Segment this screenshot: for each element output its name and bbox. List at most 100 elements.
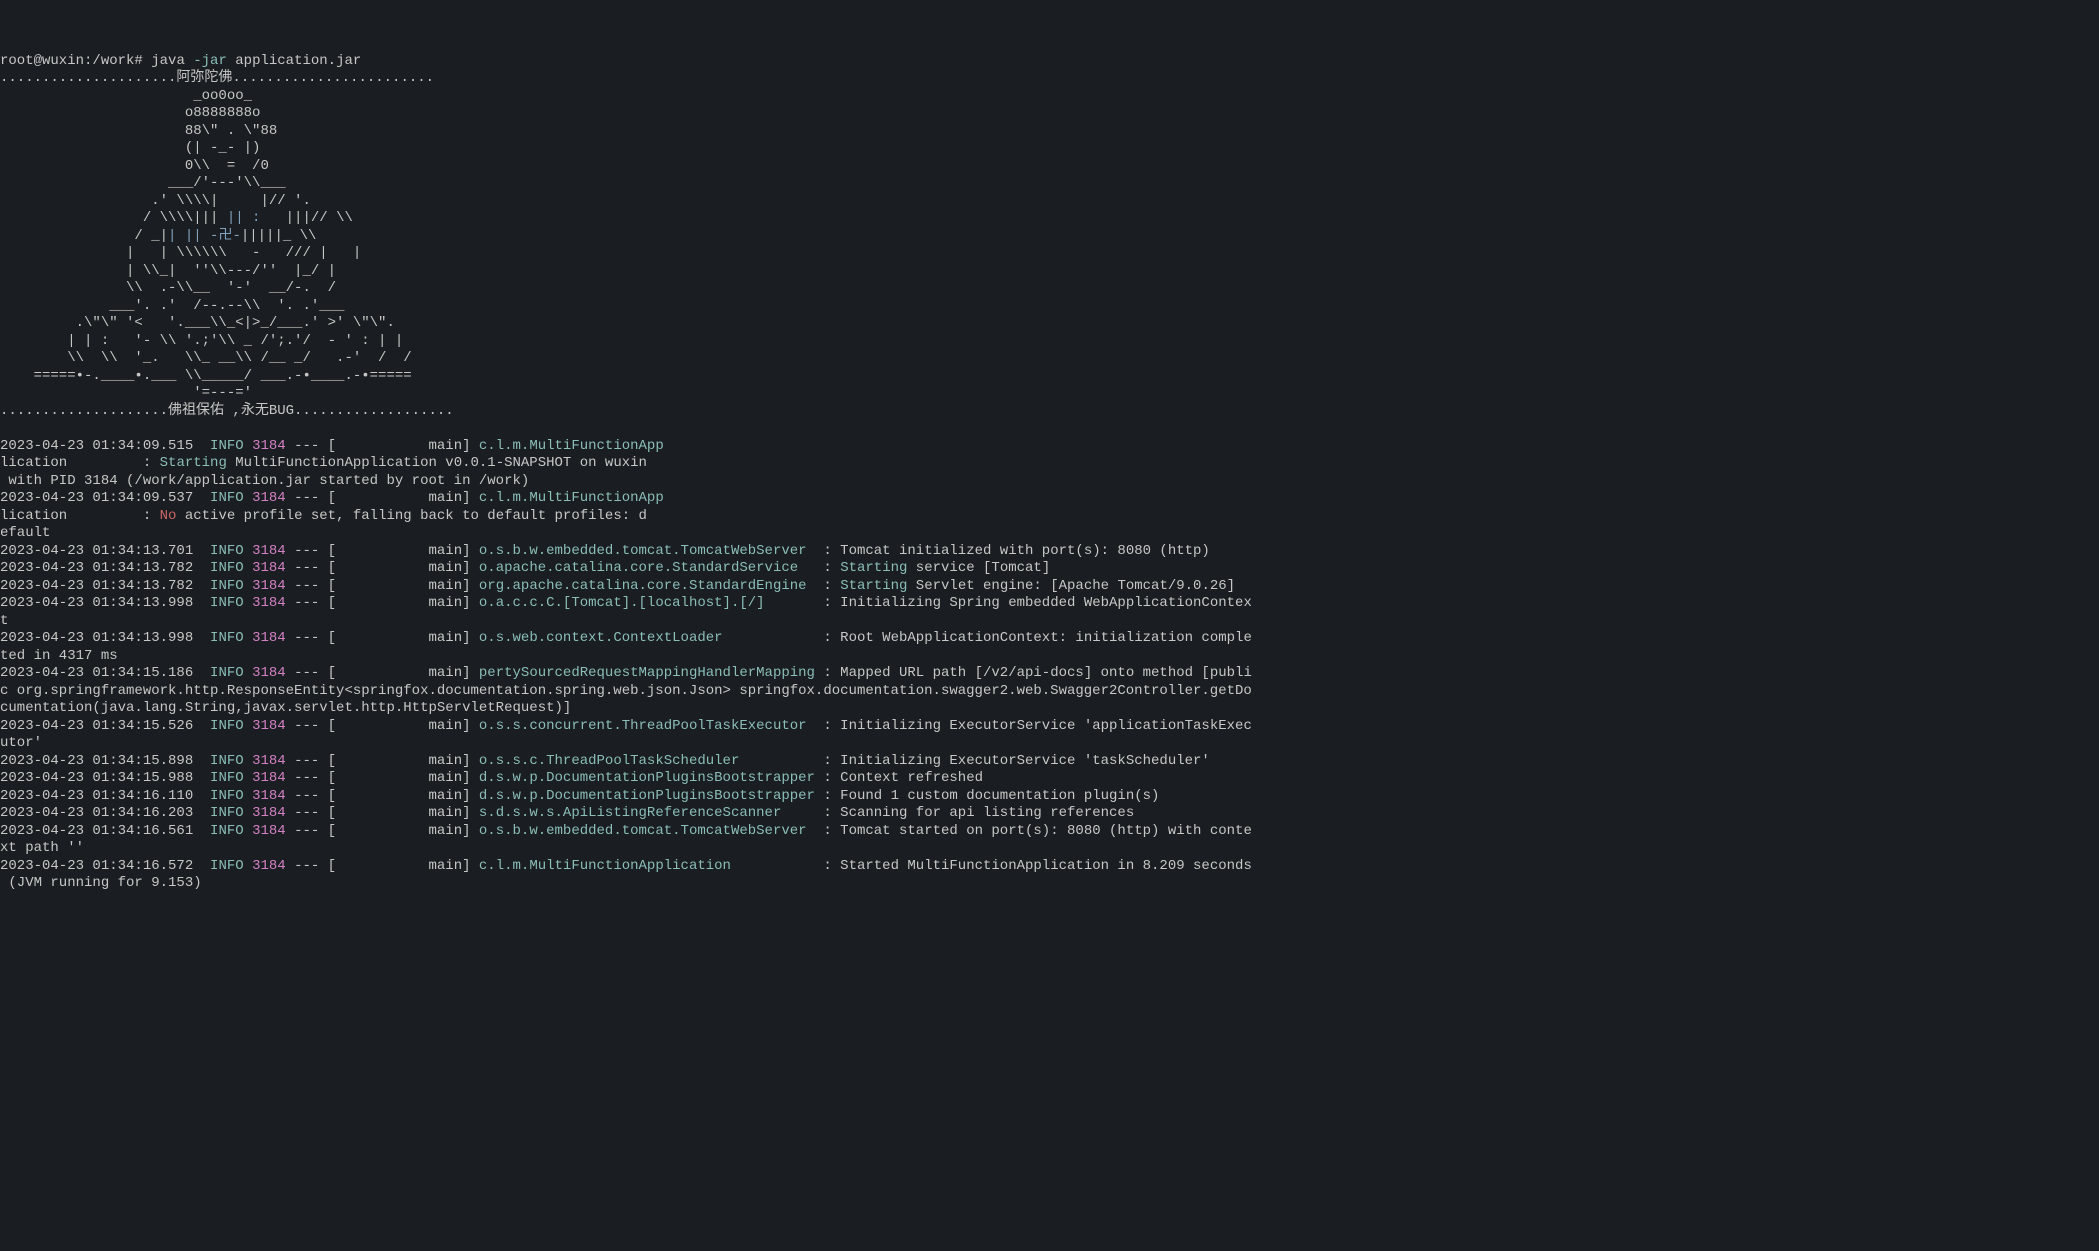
log-msg: Servlet engine: [Apache Tomcat/9.0.26]: [907, 578, 1235, 594]
log-pid: 3184: [252, 770, 286, 786]
log-logger: s.d.s.w.s.ApiListingReferenceScanner: [479, 805, 823, 821]
log-level: INFO: [210, 490, 244, 506]
ascii-line: | \\_| ''\\---/'' |_/ |: [0, 263, 336, 279]
log-level: INFO: [210, 630, 244, 646]
log-msg: : Mapped URL path [/v2/api-docs] onto me…: [823, 665, 1251, 681]
log-continuation: utor': [0, 735, 42, 751]
log-sep: --- [ main]: [286, 805, 479, 821]
log-sep: --- [ main]: [286, 665, 479, 681]
log-msg: : Initializing ExecutorService 'taskSche…: [823, 753, 1209, 769]
log-logger: o.apache.catalina.core.StandardService: [479, 560, 823, 576]
log-continuation: cumentation(java.lang.String,javax.servl…: [0, 700, 571, 716]
log-logger: c.l.m.MultiFunctionApp: [479, 490, 664, 506]
log-sep: --- [ main]: [286, 753, 479, 769]
log-sep: --- [ main]: [286, 788, 479, 804]
log-msg: : Found 1 custom documentation plugin(s): [823, 788, 1159, 804]
ascii-line: .' \\\\| |// '.: [0, 193, 311, 209]
log-timestamp: 2023-04-23 01:34:15.898: [0, 753, 193, 769]
ascii-line: | | \\\\\\ - /// | |: [0, 245, 361, 261]
log-logger: c.l.m.MultiFunctionApp: [479, 438, 664, 454]
log-pid: 3184: [252, 823, 286, 839]
log-level: INFO: [210, 595, 244, 611]
log-msg: active profile set, falling back to defa…: [176, 508, 646, 524]
ascii-line: |||// \\: [260, 210, 352, 226]
log-keyword: No: [160, 508, 177, 524]
log-msg: : Tomcat started on port(s): 8080 (http)…: [823, 823, 1251, 839]
log-pid: 3184: [252, 578, 286, 594]
ascii-line: o8888888o: [0, 105, 260, 121]
log-keyword: Starting: [840, 560, 907, 576]
log-level: INFO: [210, 560, 244, 576]
log-keyword: Starting: [840, 578, 907, 594]
log-continuation: t: [0, 613, 8, 629]
log-msg: : Scanning for api listing references: [823, 805, 1134, 821]
ascii-line: '=---=': [0, 385, 252, 401]
log-pid: 3184: [252, 560, 286, 576]
log-area: 2023-04-23 01:34:09.515 INFO 3184 --- [ …: [0, 438, 2099, 893]
log-sep: --- [ main]: [286, 560, 479, 576]
ascii-line: _oo0oo_: [0, 88, 252, 104]
log-sep: --- [ main]: [286, 490, 479, 506]
log-level: INFO: [210, 753, 244, 769]
ascii-line: ___'. .' /--.--\\ '. .'___: [0, 298, 344, 314]
log-pid: 3184: [252, 753, 286, 769]
log-pid: 3184: [252, 788, 286, 804]
ascii-blue: || :: [218, 210, 260, 226]
log-continuation: lication :: [0, 455, 160, 471]
log-timestamp: 2023-04-23 01:34:13.701: [0, 543, 193, 559]
log-msg: : Tomcat initialized with port(s): 8080 …: [823, 543, 1209, 559]
log-timestamp: 2023-04-23 01:34:15.526: [0, 718, 193, 734]
shell-prompt: root@wuxin:/work#: [0, 53, 151, 69]
log-pid: 3184: [252, 543, 286, 559]
log-continuation: lication :: [0, 508, 160, 524]
log-continuation: ted in 4317 ms: [0, 648, 118, 664]
log-pid: 3184: [252, 595, 286, 611]
log-timestamp: 2023-04-23 01:34:13.998: [0, 595, 193, 611]
ascii-line: |||||_ \\: [241, 228, 317, 244]
log-sep: --- [ main]: [286, 770, 479, 786]
log-logger: o.a.c.c.C.[Tomcat].[localhost].[/]: [479, 595, 823, 611]
log-timestamp: 2023-04-23 01:34:16.572: [0, 858, 193, 874]
log-pid: 3184: [252, 858, 286, 874]
terminal-output[interactable]: root@wuxin:/work# java -jar application.…: [0, 53, 2099, 893]
log-pid: 3184: [252, 438, 286, 454]
log-msg: :: [823, 560, 840, 576]
log-sep: --- [ main]: [286, 630, 479, 646]
ascii-line: \\ \\ '_. \\_ __\\ /__ _/ .-' / /: [0, 350, 412, 366]
log-continuation: efault: [0, 525, 50, 541]
log-logger: pertySourcedRequestMappingHandlerMapping: [479, 665, 823, 681]
log-level: INFO: [210, 438, 244, 454]
log-level: INFO: [210, 718, 244, 734]
log-msg: : Started MultiFunctionApplication in 8.…: [823, 858, 1251, 874]
ascii-line: / \\\\|||: [0, 210, 218, 226]
log-sep: --- [ main]: [286, 438, 479, 454]
log-timestamp: 2023-04-23 01:34:09.537: [0, 490, 193, 506]
log-level: INFO: [210, 770, 244, 786]
log-pid: 3184: [252, 630, 286, 646]
log-sep: --- [ main]: [286, 823, 479, 839]
log-logger: o.s.web.context.ContextLoader: [479, 630, 823, 646]
log-timestamp: 2023-04-23 01:34:15.186: [0, 665, 193, 681]
log-timestamp: 2023-04-23 01:34:16.110: [0, 788, 193, 804]
log-logger: o.s.s.concurrent.ThreadPoolTaskExecutor: [479, 718, 823, 734]
ascii-line: ....................佛祖保佑 ,永无BUG.........…: [0, 403, 454, 419]
cmd-java: java: [151, 53, 193, 69]
log-level: INFO: [210, 543, 244, 559]
log-timestamp: 2023-04-23 01:34:15.988: [0, 770, 193, 786]
log-msg: :: [823, 578, 840, 594]
ascii-line: =====•-.____•.___ \\_____/ ___.-•____.-•…: [0, 368, 412, 384]
log-sep: --- [ main]: [286, 543, 479, 559]
log-logger: o.s.b.w.embedded.tomcat.TomcatWebServer: [479, 823, 823, 839]
log-msg: : Context refreshed: [823, 770, 983, 786]
log-logger: d.s.w.p.DocumentationPluginsBootstrapper: [479, 770, 823, 786]
ascii-line: .\"\" '< '.___\\_<|>_/___.' >' \"\".: [0, 315, 395, 331]
cmd-opt: -jar: [193, 53, 227, 69]
log-logger: c.l.m.MultiFunctionApplication: [479, 858, 823, 874]
log-msg: service [Tomcat]: [907, 560, 1050, 576]
ascii-blue: | || -卍-: [168, 228, 241, 244]
log-msg: MultiFunctionApplication v0.0.1-SNAPSHOT…: [227, 455, 647, 471]
log-timestamp: 2023-04-23 01:34:13.782: [0, 578, 193, 594]
ascii-line: \\ .-\\__ '-' __/-. /: [0, 280, 336, 296]
log-msg: : Initializing ExecutorService 'applicat…: [823, 718, 1251, 734]
log-sep: --- [ main]: [286, 595, 479, 611]
